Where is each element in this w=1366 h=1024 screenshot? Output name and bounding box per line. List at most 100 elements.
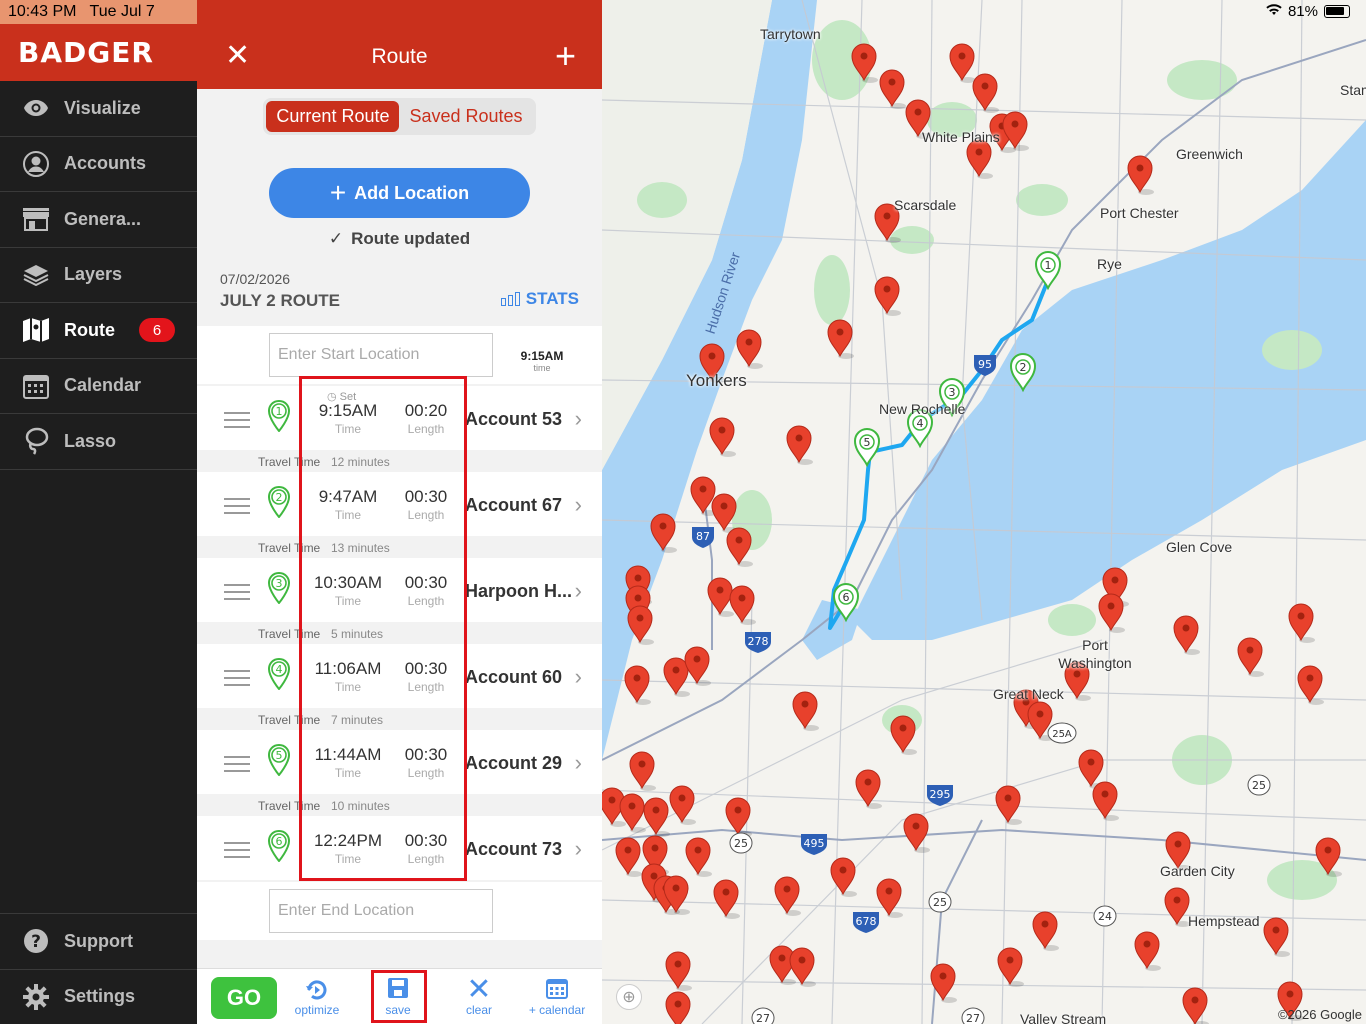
stop-account-name: Account 53 [465,409,563,429]
account-pin[interactable] [1134,931,1161,971]
end-location-input[interactable]: Enter End Location [269,889,493,933]
account-pin[interactable] [736,329,763,369]
account-pin[interactable] [1182,987,1209,1024]
add-route-icon[interactable]: + [555,38,576,74]
map-label: White Plains [922,129,1000,145]
account-pin[interactable] [1092,781,1119,821]
map-canvas: 123456 95 87 278 295 495 678 25 25 25 25… [602,0,1366,1024]
drag-handle-icon[interactable] [224,584,250,605]
account-pin[interactable] [685,837,712,877]
add-to-calendar-button[interactable]: + calendar [522,977,592,1017]
account-pin[interactable] [1127,155,1154,195]
account-pin[interactable] [643,797,670,837]
account-pin[interactable] [629,751,656,791]
save-button[interactable]: save [363,977,433,1017]
account-pin[interactable] [1098,593,1125,633]
sidebar-item-route[interactable]: Route 6 [0,303,197,359]
route-stop-row[interactable]: 1 ◷ Set 9:15AM Time 00:20 Length Account 53 › [197,386,602,450]
drag-handle-icon[interactable] [224,756,250,777]
sidebar-item-accounts[interactable]: Accounts [0,137,197,192]
sidebar-item-layers[interactable]: Layers [0,248,197,303]
sidebar-item-support[interactable]: ? Support [0,913,197,969]
account-pin[interactable] [949,43,976,83]
stop-length[interactable]: 00:30 Length [397,745,455,780]
account-pin[interactable] [709,417,736,457]
locate-me-icon[interactable]: ⊕ [616,984,642,1010]
chevron-right-icon[interactable]: › [575,664,582,690]
checkmark-icon: ✓ [328,229,344,248]
stats-button[interactable]: STATS [500,289,579,309]
go-button[interactable]: GO [211,977,277,1019]
stop-time[interactable]: 10:30AM Time [302,573,394,608]
route-stop-pin[interactable]: 1 [1034,251,1062,291]
account-pin[interactable] [726,527,753,567]
stop-length[interactable]: 00:30 Length [397,573,455,608]
account-pin[interactable] [615,837,642,877]
map-view[interactable]: 123456 95 87 278 295 495 678 25 25 25 25… [602,0,1366,1024]
tab-saved-routes[interactable]: Saved Routes [399,101,532,132]
route-stop-row[interactable]: 4 11:06AM Time 00:30 Length Account 60 › [197,644,602,708]
account-pin[interactable] [876,878,903,918]
drag-handle-icon[interactable] [224,670,250,691]
stop-marker-icon: 6 [267,829,291,867]
chevron-right-icon[interactable]: › [575,492,582,518]
account-pin[interactable] [669,785,696,825]
start-location-input[interactable]: Enter Start Location [269,333,493,377]
start-time[interactable]: 9:15AM time [507,349,577,373]
account-pin[interactable] [665,951,692,991]
account-pin[interactable] [786,425,813,465]
account-pin[interactable] [966,139,993,179]
stop-length[interactable]: 00:30 Length [397,831,455,866]
account-pin[interactable] [874,276,901,316]
chevron-right-icon[interactable]: › [575,836,582,862]
tab-current-route[interactable]: Current Route [266,100,400,132]
sidebar-item-settings[interactable]: Settings [0,968,197,1024]
account-pin[interactable] [827,319,854,359]
sidebar-item-calendar[interactable]: Calendar [0,359,197,414]
stop-time[interactable]: 11:06AM Time [302,659,394,694]
account-pin[interactable] [624,665,651,705]
stop-time[interactable]: 9:47AM Time [302,487,394,522]
account-pin[interactable] [713,879,740,919]
account-pin[interactable] [619,793,646,833]
chevron-right-icon[interactable]: › [575,406,582,432]
stop-time[interactable]: 12:24PM Time [302,831,394,866]
account-pin[interactable] [684,646,711,686]
sidebar-item-general[interactable]: Genera... [0,192,197,248]
chevron-right-icon[interactable]: › [575,750,582,776]
account-pin[interactable] [903,813,930,853]
account-pin[interactable] [774,876,801,916]
route-stop-row[interactable]: 3 10:30AM Time 00:30 Length Harpoon H... › [197,558,602,622]
chevron-right-icon[interactable]: › [575,578,582,604]
drag-handle-icon[interactable] [224,842,250,863]
route-stop-pin[interactable]: 5 [853,428,881,468]
account-pin[interactable] [1032,911,1059,951]
stop-account-name: Account 60 [465,667,563,687]
account-pin[interactable] [1263,917,1290,957]
account-pin[interactable] [1002,111,1029,151]
account-pin[interactable] [830,857,857,897]
account-pin[interactable] [997,947,1024,987]
account-pin[interactable] [890,715,917,755]
clear-button[interactable]: ✕ clear [444,975,514,1018]
account-pin[interactable] [879,69,906,109]
stop-length[interactable]: 00:20 Length [397,401,455,436]
route-stop-row[interactable]: 6 12:24PM Time 00:30 Length Account 73 › [197,816,602,880]
stop-marker-icon: 3 [267,571,291,609]
route-stop-row[interactable]: 2 9:47AM Time 00:30 Length Account 67 › [197,472,602,536]
add-location-button[interactable]: + Add Location [269,168,530,218]
account-pin[interactable] [792,691,819,731]
drag-handle-icon[interactable] [224,498,250,519]
route-stop-row[interactable]: 5 11:44AM Time 00:30 Length Account 29 › [197,730,602,794]
account-pin[interactable] [665,991,692,1024]
stop-length[interactable]: 00:30 Length [397,659,455,694]
account-pin[interactable] [995,785,1022,825]
optimize-button[interactable]: optimize [282,977,352,1017]
sidebar-item-visualize[interactable]: Visualize [0,81,197,137]
account-pin[interactable] [855,769,882,809]
drag-handle-icon[interactable] [224,412,250,433]
sidebar-item-lasso[interactable]: Lasso [0,414,197,470]
stop-time[interactable]: 11:44AM Time [302,745,394,780]
stop-length[interactable]: 00:30 Length [397,487,455,522]
stop-time[interactable]: 9:15AM Time [302,401,394,436]
